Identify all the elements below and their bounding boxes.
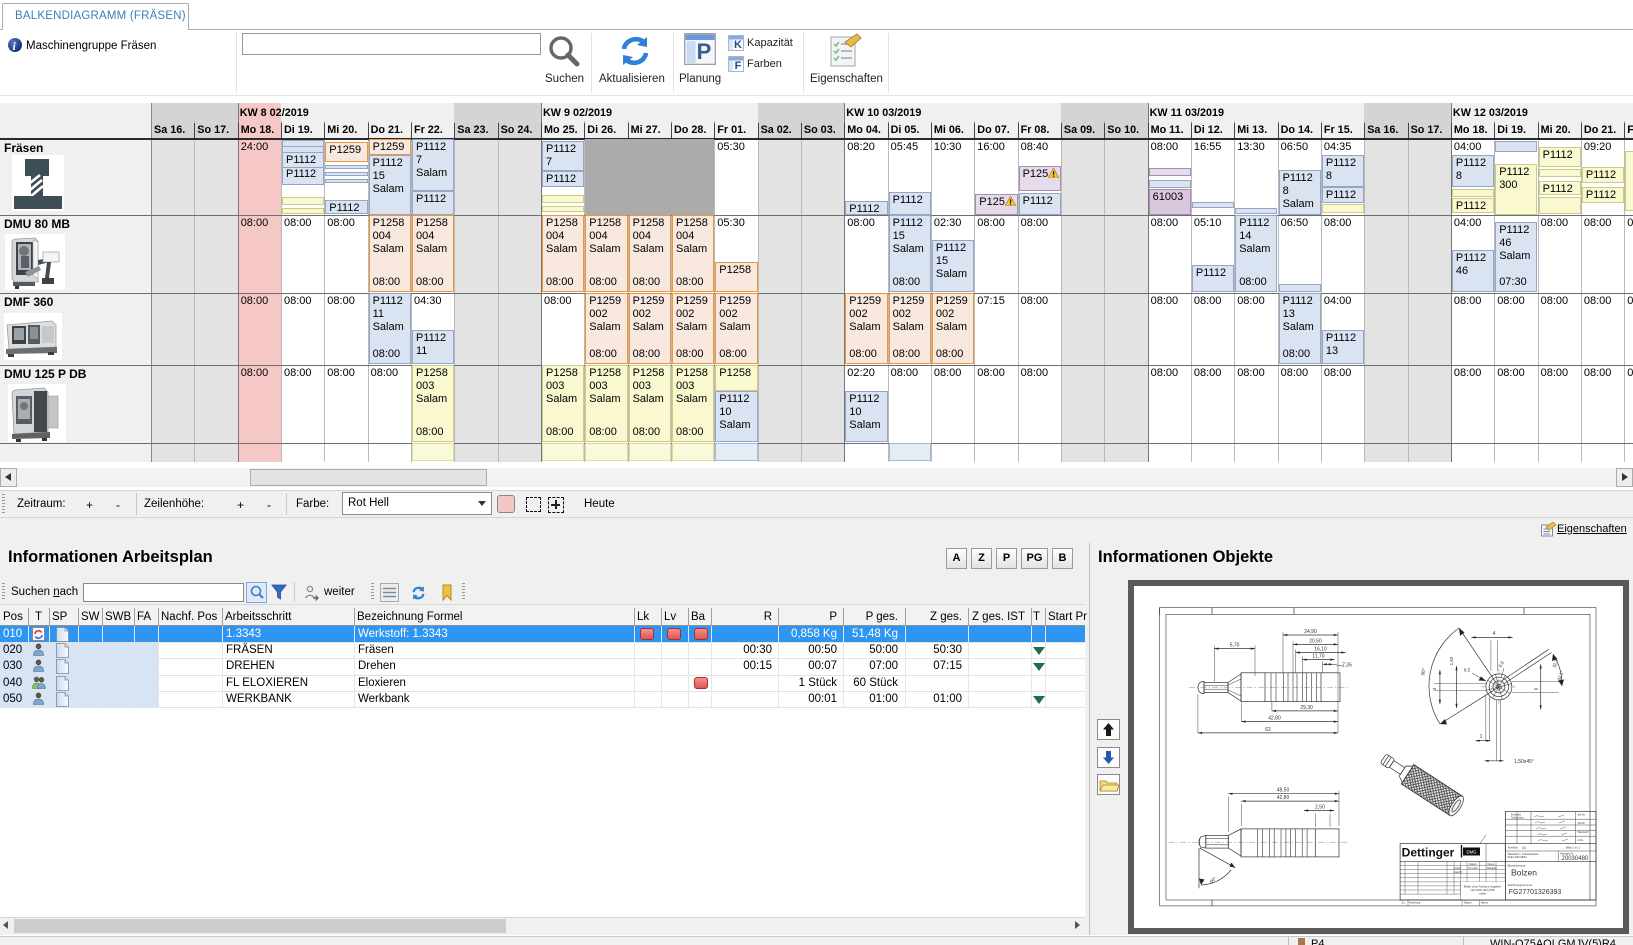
svg-text:mittel: mittel — [1479, 892, 1486, 896]
svg-text:Auftrags-Nr.: Auftrags-Nr. — [1560, 852, 1574, 856]
svg-text:Blatt 1 zu 1: Blatt 1 zu 1 — [1566, 845, 1580, 849]
svg-text:29,30: 29,30 — [1300, 705, 1313, 711]
svg-text:20030480: 20030480 — [1562, 856, 1589, 862]
svg-text:Reihe DIN 28/5x: Reihe DIN 28/5x — [1508, 855, 1528, 859]
svg-text:42,80: 42,80 — [1268, 716, 1281, 722]
svg-text:P: P — [697, 39, 712, 64]
svg-text:Name: Name — [1488, 862, 1495, 866]
svg-text:Dettinger: Dettinger — [1402, 846, 1455, 860]
svg-text:62: 62 — [1265, 727, 1271, 733]
svg-text:Datum: Datum — [1464, 901, 1472, 905]
svg-text:1: 1 — [1480, 734, 1483, 740]
svg-text:3: 3 — [1432, 687, 1437, 690]
svg-text:Weidgott: Weidgott — [1487, 867, 1497, 870]
svg-text:2,50: 2,50 — [1315, 805, 1325, 811]
svg-text:Bolzen: Bolzen — [1511, 868, 1537, 878]
svg-text:11,70: 11,70 — [1312, 654, 1324, 660]
svg-text:FG27701326393: FG27701326393 — [1509, 889, 1562, 896]
svg-text:DMG: DMG — [1466, 850, 1477, 855]
svg-text:42,80: 42,80 — [1277, 795, 1290, 801]
svg-text:16,10: 16,10 — [1314, 647, 1327, 653]
svg-text:K: K — [734, 39, 742, 51]
svg-text:90°: 90° — [1420, 667, 1428, 676]
svg-text:Zu.: Zu. — [1402, 901, 1406, 905]
svg-text:60°: 60° — [1209, 876, 1218, 884]
svg-text:Werkstoff: Werkstoff — [1578, 830, 1589, 834]
svg-text:Teil-Nr: Teil-Nr — [1578, 821, 1586, 825]
svg-text:Änderung: Änderung — [1409, 901, 1421, 905]
svg-text:20,50: 20,50 — [1309, 638, 1322, 644]
svg-text:48,50: 48,50 — [1277, 788, 1290, 794]
svg-text:7,35: 7,35 — [1342, 662, 1352, 668]
svg-text:13: 13 — [1522, 846, 1526, 850]
svg-text:1,82: 1,82 — [1449, 656, 1454, 665]
svg-text:Ausführ.: Ausführ. — [1508, 846, 1519, 850]
svg-text:6: 6 — [1534, 687, 1539, 690]
svg-text:erstellt: erstellt — [1454, 867, 1461, 870]
svg-text:32,1°: 32,1° — [1557, 670, 1565, 682]
svg-text:18.1.103: 18.1.103 — [1468, 867, 1478, 870]
svg-text:ArtG.: ArtG. — [1578, 838, 1584, 842]
svg-text:Sol.Nr.: Sol.Nr. — [1578, 813, 1586, 817]
svg-text:Zeichnungsnummer: Zeichnungsnummer — [1508, 883, 1533, 887]
svg-text:8,9: 8,9 — [1497, 660, 1505, 668]
svg-text:F: F — [735, 60, 742, 72]
svg-text:1,50x45°: 1,50x45° — [1514, 759, 1534, 765]
svg-text:5,70: 5,70 — [1230, 643, 1240, 649]
svg-text:4: 4 — [1493, 631, 1496, 637]
svg-text:Geprüft: Geprüft — [1454, 871, 1462, 874]
svg-text:8,5: 8,5 — [1464, 668, 1471, 673]
svg-text:Toleranzen: Toleranzen — [1511, 815, 1524, 819]
svg-text:Datum: Datum — [1469, 862, 1477, 866]
svg-text:24,90: 24,90 — [1304, 629, 1317, 635]
svg-text:Name: Name — [1481, 901, 1488, 905]
